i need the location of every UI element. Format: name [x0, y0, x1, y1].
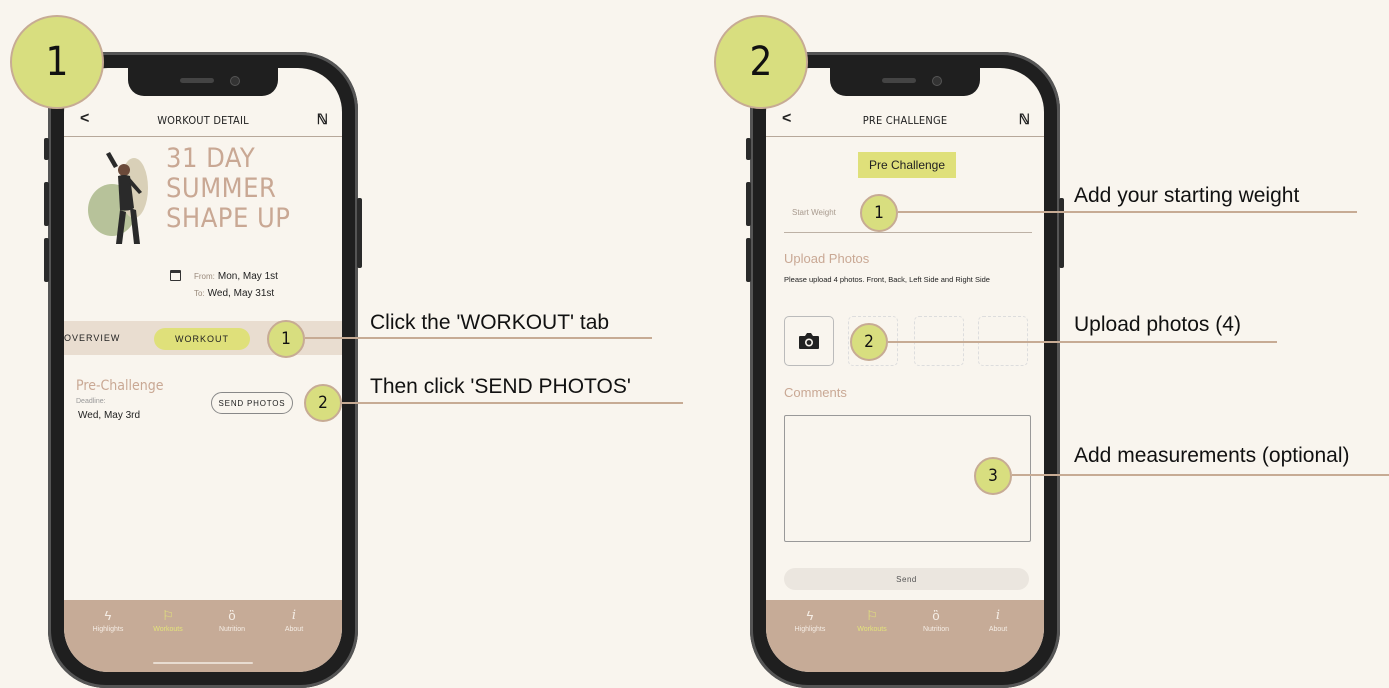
- pre-challenge-title: Pre-Challenge: [76, 378, 164, 394]
- lightning-icon: ϟ: [104, 608, 112, 623]
- apple-icon: ὃ: [932, 608, 940, 623]
- nav-workouts[interactable]: ⚐ Workouts: [842, 608, 902, 633]
- workout-title-line-3: SHAPE UP: [166, 203, 291, 234]
- camera-icon: [799, 333, 819, 349]
- screen-workout-detail: < WORKOUT DETAIL ℕ 31 DAY SUMMER SHAPE U…: [64, 68, 342, 672]
- callout-marker-upload: 2: [850, 323, 888, 361]
- nav-nutrition[interactable]: ὃ Nutrition: [906, 608, 966, 633]
- workout-title: 31 DAY SUMMER SHAPE UP: [166, 144, 290, 234]
- nav-highlights-label: Highlights: [794, 626, 826, 633]
- from-label: From:: [194, 272, 215, 281]
- nav-workouts-label: Workouts: [857, 626, 887, 633]
- calendar-icon: [170, 270, 181, 281]
- mute-switch: [746, 138, 751, 160]
- callout-line-start-weight: [898, 211, 1357, 213]
- screen-pre-challenge: < PRE CHALLENGE ℕ Pre Challenge Start We…: [766, 68, 1044, 672]
- camera-upload-button[interactable]: [784, 316, 834, 366]
- callout-text-upload: Upload photos (4): [1074, 313, 1241, 336]
- volume-down-button: [746, 238, 751, 282]
- to-date: Wed, May 31st: [207, 288, 275, 299]
- pre-challenge-badge: Pre Challenge: [858, 152, 956, 178]
- brand-logo-icon: ℕ: [316, 111, 328, 127]
- callout-line-1: [305, 337, 652, 339]
- nav-workouts[interactable]: ⚐ Workouts: [138, 608, 198, 633]
- nav-about[interactable]: i About: [264, 608, 324, 633]
- nav-nutrition-label: Nutrition: [218, 626, 246, 633]
- notch: [128, 68, 278, 96]
- nav-about-label: About: [284, 626, 304, 633]
- nav-nutrition[interactable]: ὃ Nutrition: [202, 608, 262, 633]
- deadline-label: Deadline:: [76, 398, 106, 405]
- mute-switch: [44, 138, 49, 160]
- brand-logo-icon: ℕ: [1018, 111, 1030, 127]
- nav-highlights-label: Highlights: [92, 626, 124, 633]
- notch: [830, 68, 980, 96]
- page-title: WORKOUT DETAIL: [157, 114, 249, 127]
- callout-marker-comments: 3: [974, 457, 1012, 495]
- page-title: PRE CHALLENGE: [862, 114, 948, 127]
- upload-photos-title: Upload Photos: [784, 251, 870, 266]
- callout-line-upload: [888, 341, 1277, 343]
- tab-overview[interactable]: OVERVIEW: [64, 333, 120, 343]
- nav-highlights[interactable]: ϟ Highlights: [780, 608, 840, 633]
- send-photos-button[interactable]: SEND PHOTOS: [211, 392, 293, 414]
- callout-marker-1: 1: [267, 320, 305, 358]
- apple-icon: ὃ: [228, 608, 236, 623]
- info-icon: i: [995, 608, 1001, 623]
- nav-highlights[interactable]: ϟ Highlights: [78, 608, 138, 633]
- nav-workouts-label: Workouts: [153, 626, 183, 633]
- nav-about-label: About: [988, 626, 1008, 633]
- workout-title-line-2: SUMMER: [166, 173, 277, 204]
- workout-hero-image: [88, 152, 148, 244]
- flag-icon: ⚐: [866, 608, 878, 623]
- start-weight-underline: [784, 232, 1032, 233]
- volume-up-button: [746, 182, 751, 226]
- lightning-icon: ϟ: [806, 608, 814, 623]
- callout-marker-2: 2: [304, 384, 342, 422]
- step-2-badge: 2: [714, 15, 808, 109]
- send-button[interactable]: Send: [784, 568, 1029, 590]
- top-bar: < PRE CHALLENGE ℕ: [766, 104, 1044, 137]
- callout-line-comments: [1012, 474, 1389, 476]
- step-1-badge: 1: [10, 15, 104, 109]
- phone-1: < WORKOUT DETAIL ℕ 31 DAY SUMMER SHAPE U…: [44, 52, 362, 688]
- callout-line-2: [342, 402, 683, 404]
- phone-2: < PRE CHALLENGE ℕ Pre Challenge Start We…: [746, 52, 1064, 688]
- power-button: [1059, 198, 1064, 268]
- nav-about[interactable]: i About: [968, 608, 1028, 633]
- nav-nutrition-label: Nutrition: [922, 626, 950, 633]
- workout-title-line-1: 31 DAY: [166, 143, 256, 174]
- start-weight-input[interactable]: Start Weight: [792, 208, 836, 217]
- callout-text-1: Click the 'WORKOUT' tab: [370, 311, 610, 334]
- callout-text-2: Then click 'SEND PHOTOS': [370, 375, 631, 398]
- tab-workout[interactable]: WORKOUT: [154, 328, 250, 350]
- top-bar: < WORKOUT DETAIL ℕ: [64, 104, 342, 137]
- to-label: To:: [194, 289, 205, 298]
- bottom-nav: ϟ Highlights ⚐ Workouts ὃ Nutrition i Ab…: [64, 600, 342, 672]
- power-button: [357, 198, 362, 268]
- flag-icon: ⚐: [162, 608, 174, 623]
- date-range: From: Mon, May 1st To: Wed, May 31st: [194, 268, 278, 302]
- callout-marker-start-weight: 1: [860, 194, 898, 232]
- info-icon: i: [291, 608, 297, 623]
- callout-text-comments: Add measurements (optional): [1074, 444, 1350, 467]
- deadline-date: Wed, May 3rd: [78, 410, 141, 421]
- bottom-nav: ϟ Highlights ⚐ Workouts ὃ Nutrition i Ab…: [766, 600, 1044, 672]
- volume-up-button: [44, 182, 49, 226]
- volume-down-button: [44, 238, 49, 282]
- comments-title: Comments: [784, 385, 847, 400]
- upload-photos-description: Please upload 4 photos. Front, Back, Lef…: [784, 275, 990, 284]
- callout-text-start-weight: Add your starting weight: [1074, 184, 1300, 207]
- home-indicator: [153, 662, 253, 664]
- from-date: Mon, May 1st: [217, 271, 278, 282]
